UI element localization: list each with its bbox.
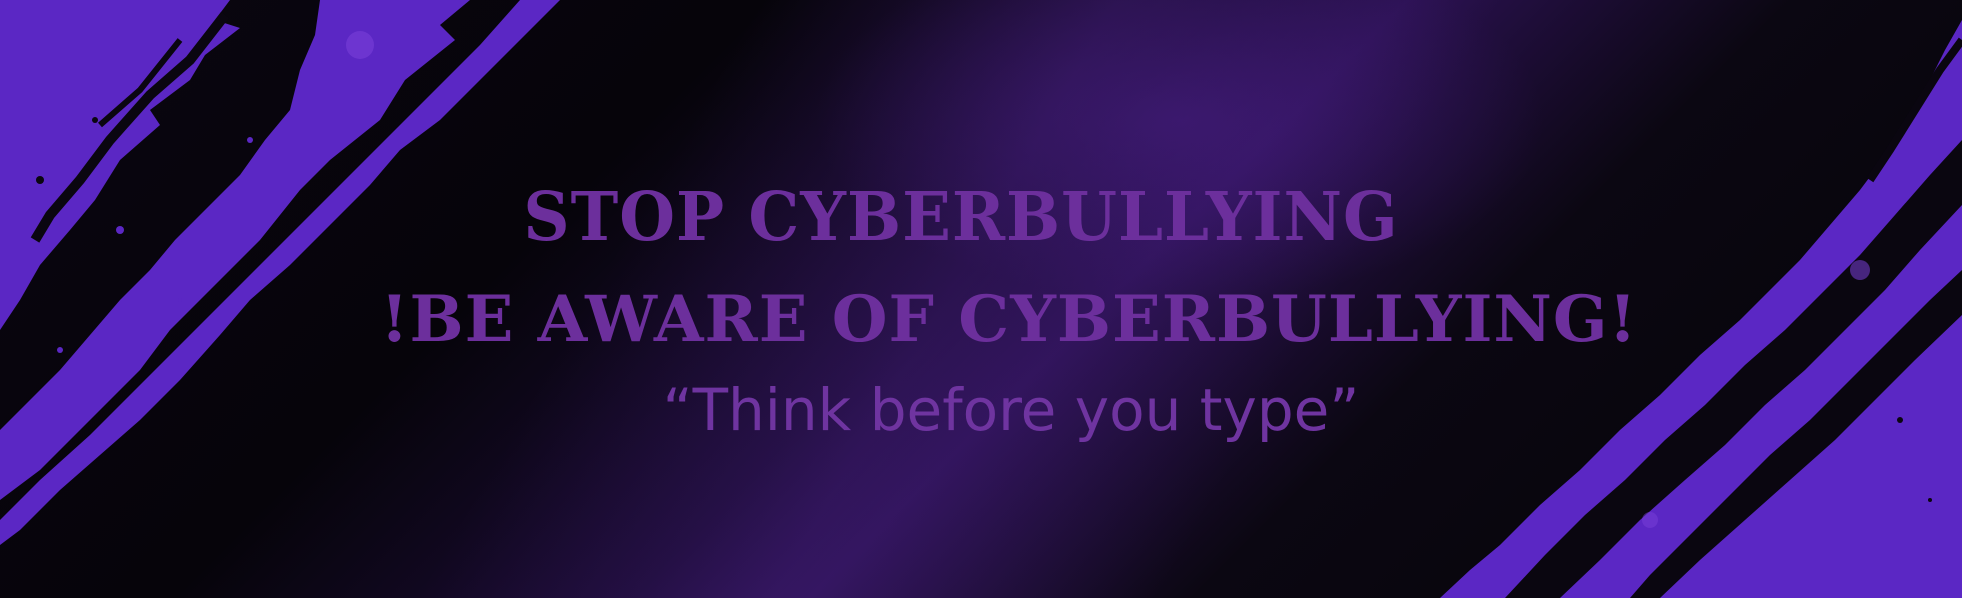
tagline: “Think before you type” (662, 376, 1360, 444)
cyberbullying-banner: STOP CYBERBULLYING !BE AWARE OF CYBERBUL… (0, 0, 1962, 598)
headline-be-aware: !BE AWARE OF CYBERBULLYING! (380, 282, 1638, 357)
headline-stop-cyberbullying: STOP CYBERBULLYING (523, 178, 1399, 257)
